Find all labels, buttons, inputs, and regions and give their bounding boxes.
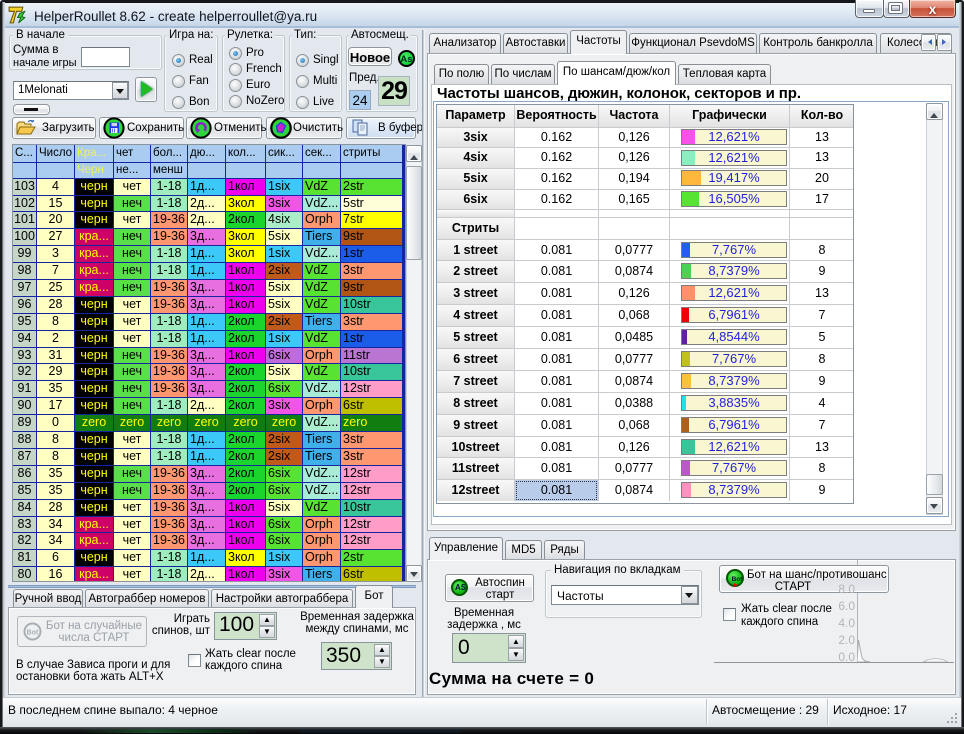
svg-text:Bot: Bot <box>27 630 39 637</box>
svg-text:Bot: Bot <box>732 576 744 583</box>
